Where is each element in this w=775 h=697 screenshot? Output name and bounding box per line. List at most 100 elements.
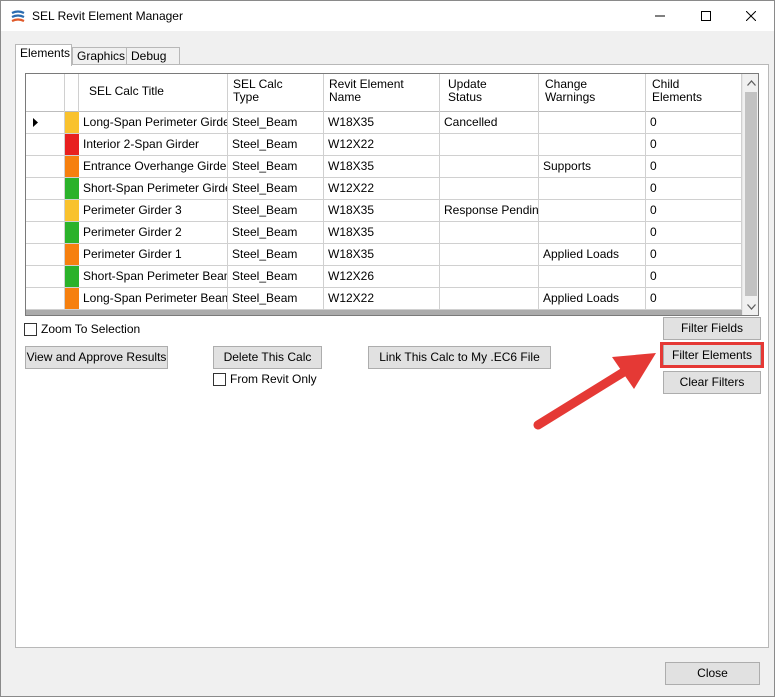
cell-title[interactable]: Long-Span Perimeter Girder	[79, 112, 228, 134]
cell-children[interactable]: 0	[646, 200, 742, 222]
cell-type[interactable]: Steel_Beam	[228, 222, 324, 244]
filter-fields-button[interactable]: Filter Fields	[663, 317, 761, 340]
cell-title[interactable]: Short-Span Perimeter Girder	[79, 178, 228, 200]
cell-children[interactable]: 0	[646, 134, 742, 156]
cell-element-name[interactable]: W12X22	[324, 288, 440, 310]
cell-children[interactable]: 0	[646, 112, 742, 134]
column-header-type[interactable]: SEL Calc Type	[228, 74, 324, 112]
column-header-title[interactable]: SEL Calc Title	[79, 74, 228, 112]
table-row[interactable]: Perimeter Girder 2 Steel_Beam W18X35 0	[26, 222, 742, 244]
cell-update-status[interactable]	[440, 156, 539, 178]
cell-update-status[interactable]	[440, 288, 539, 310]
status-color-swatch	[65, 222, 79, 243]
row-header[interactable]	[26, 200, 65, 222]
cell-warnings[interactable]: Applied Loads	[539, 244, 646, 266]
from-revit-checkbox-box[interactable]	[213, 373, 226, 386]
cell-element-name[interactable]: W12X22	[324, 134, 440, 156]
cell-type[interactable]: Steel_Beam	[228, 178, 324, 200]
table-row[interactable]: Interior 2-Span Girder Steel_Beam W12X22 0	[26, 134, 742, 156]
current-row-icon	[33, 118, 38, 127]
cell-type[interactable]: Steel_Beam	[228, 266, 324, 288]
cell-children[interactable]: 0	[646, 244, 742, 266]
column-header-element-name[interactable]: Revit Element Name	[324, 74, 440, 112]
cell-element-name[interactable]: W18X35	[324, 156, 440, 178]
view-approve-results-button[interactable]: View and Approve Results	[25, 346, 168, 369]
cell-update-status[interactable]	[440, 266, 539, 288]
row-header[interactable]	[26, 222, 65, 244]
cell-warnings[interactable]	[539, 134, 646, 156]
table-row[interactable]: Long-Span Perimeter Girder Steel_Beam W18X…	[26, 112, 742, 134]
row-header[interactable]	[26, 112, 65, 134]
maximize-button[interactable]	[683, 1, 729, 31]
cell-warnings[interactable]	[539, 266, 646, 288]
cell-warnings[interactable]	[539, 222, 646, 244]
cell-title[interactable]: Interior 2-Span Girder	[79, 134, 228, 156]
cell-children[interactable]: 0	[646, 288, 742, 310]
column-header-warnings[interactable]: Change Warnings	[539, 74, 646, 112]
scroll-up-button[interactable]	[743, 74, 758, 91]
cell-title[interactable]: Perimeter Girder 1	[79, 244, 228, 266]
close-window-button[interactable]	[728, 1, 774, 31]
cell-warnings[interactable]	[539, 178, 646, 200]
close-button[interactable]: Close	[665, 662, 760, 685]
zoom-checkbox-box[interactable]	[24, 323, 37, 336]
cell-warnings[interactable]	[539, 200, 646, 222]
cell-title[interactable]: Perimeter Girder 3	[79, 200, 228, 222]
cell-type[interactable]: Steel_Beam	[228, 200, 324, 222]
table-row[interactable]: Short-Span Perimeter Girder Steel_Beam W12…	[26, 178, 742, 200]
clear-filters-button[interactable]: Clear Filters	[663, 371, 761, 394]
cell-element-name[interactable]: W18X35	[324, 112, 440, 134]
row-header[interactable]	[26, 244, 65, 266]
cell-children[interactable]: 0	[646, 266, 742, 288]
cell-update-status[interactable]	[440, 178, 539, 200]
scroll-down-button[interactable]	[743, 298, 758, 315]
cell-type[interactable]: Steel_Beam	[228, 112, 324, 134]
cell-element-name[interactable]: W12X26	[324, 266, 440, 288]
cell-element-name[interactable]: W18X35	[324, 200, 440, 222]
row-header[interactable]	[26, 134, 65, 156]
cell-title[interactable]: Perimeter Girder 2	[79, 222, 228, 244]
tab-debug[interactable]: Debug	[126, 47, 180, 65]
cell-element-name[interactable]: W18X35	[324, 222, 440, 244]
cell-element-name[interactable]: W18X35	[324, 244, 440, 266]
cell-update-status[interactable]	[440, 222, 539, 244]
tab-elements[interactable]: Elements	[15, 44, 72, 66]
cell-type[interactable]: Steel_Beam	[228, 288, 324, 310]
table-row[interactable]: Short-Span Perimeter Beam 1 Steel_Beam W12…	[26, 266, 742, 288]
cell-title[interactable]: Long-Span Perimeter Beam	[79, 288, 228, 310]
scroll-thumb[interactable]	[745, 92, 757, 296]
row-header[interactable]	[26, 266, 65, 288]
grid-vertical-scrollbar[interactable]	[742, 74, 758, 315]
cell-warnings[interactable]: Supports	[539, 156, 646, 178]
link-ec6-file-button[interactable]: Link This Calc to My .EC6 File	[368, 346, 551, 369]
column-header-update-status[interactable]: Update Status	[440, 74, 539, 112]
cell-type[interactable]: Steel_Beam	[228, 134, 324, 156]
column-header-children[interactable]: Child Elements	[646, 74, 742, 112]
cell-update-status[interactable]	[440, 134, 539, 156]
delete-calc-button[interactable]: Delete This Calc	[213, 346, 322, 369]
row-header[interactable]	[26, 178, 65, 200]
cell-children[interactable]: 0	[646, 222, 742, 244]
row-header[interactable]	[26, 288, 65, 310]
cell-type[interactable]: Steel_Beam	[228, 156, 324, 178]
elements-grid[interactable]: SEL Calc Title SEL Calc Type Revit Eleme…	[25, 73, 759, 316]
cell-title[interactable]: Short-Span Perimeter Beam 1	[79, 266, 228, 288]
cell-element-name[interactable]: W12X22	[324, 178, 440, 200]
row-header[interactable]	[26, 156, 65, 178]
status-color-header	[65, 74, 79, 112]
cell-warnings[interactable]	[539, 112, 646, 134]
table-row[interactable]: Long-Span Perimeter Beam Steel_Beam W12X22…	[26, 288, 742, 310]
cell-update-status[interactable]	[440, 244, 539, 266]
cell-children[interactable]: 0	[646, 156, 742, 178]
cell-children[interactable]: 0	[646, 178, 742, 200]
table-row[interactable]: Perimeter Girder 3 Steel_Beam W18X35 Respon…	[26, 200, 742, 222]
table-row[interactable]: Perimeter Girder 1 Steel_Beam W18X35 Applie…	[26, 244, 742, 266]
cell-update-status[interactable]: Response Pending	[440, 200, 539, 222]
grid-header: SEL Calc Title SEL Calc Type Revit Eleme…	[26, 74, 742, 112]
cell-type[interactable]: Steel_Beam	[228, 244, 324, 266]
cell-update-status[interactable]: Cancelled	[440, 112, 539, 134]
cell-warnings[interactable]: Applied Loads	[539, 288, 646, 310]
table-row[interactable]: Entrance Overhange Girder Steel_Beam W18X3…	[26, 156, 742, 178]
minimize-button[interactable]	[637, 1, 683, 31]
cell-title[interactable]: Entrance Overhange Girder	[79, 156, 228, 178]
